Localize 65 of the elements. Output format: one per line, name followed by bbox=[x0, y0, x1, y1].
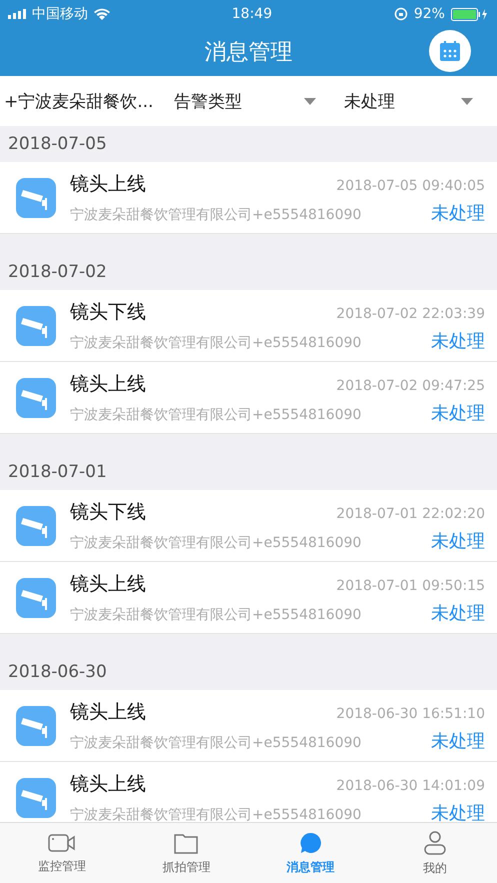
message-title: 镜头上线 bbox=[70, 572, 146, 596]
message-source: 宁波麦朵甜餐饮管理有限公司+e5554816090 bbox=[70, 206, 362, 224]
message-title: 镜头上线 bbox=[70, 172, 146, 196]
security-camera-icon bbox=[14, 704, 58, 748]
battery-percent: 92% bbox=[414, 6, 445, 22]
date-header: 2018-07-02 bbox=[7, 261, 108, 284]
filter-dropdown[interactable]: +宁波麦朵甜餐饮... bbox=[0, 90, 170, 112]
page-title: 消息管理 bbox=[204, 39, 292, 67]
wifi-icon bbox=[94, 8, 110, 20]
message-title: 镜头下线 bbox=[70, 300, 146, 324]
clock-time: 18:49 bbox=[232, 6, 272, 22]
security-camera-icon bbox=[14, 776, 58, 820]
message-title: 镜头下线 bbox=[70, 500, 146, 524]
message-row[interactable]: 镜头上线 2018-06-30 16:51:10 宁波麦朵甜餐饮管理有限公司+e5554816090 未处理 bbox=[0, 690, 497, 762]
rotation-lock-icon bbox=[394, 7, 408, 21]
video-camera-icon bbox=[47, 832, 78, 854]
message-source: 宁波麦朵甜餐饮管理有限公司+e5554816090 bbox=[70, 406, 362, 424]
message-row[interactable]: 镜头上线 2018-07-05 09:40:05 宁波麦朵甜餐饮管理有限公司+e5554816090 未处理 bbox=[0, 162, 497, 234]
message-source: 宁波麦朵甜餐饮管理有限公司+e5554816090 bbox=[70, 334, 362, 352]
status-label: 未处理 bbox=[431, 402, 485, 424]
status-label: 未处理 bbox=[431, 730, 485, 752]
filter-dropdown[interactable]: 告警类型 bbox=[170, 90, 340, 112]
filter-dropdown[interactable]: 未处理 bbox=[340, 90, 497, 112]
user-icon bbox=[422, 830, 447, 856]
message-title: 镜头上线 bbox=[70, 372, 146, 396]
status-label: 未处理 bbox=[431, 202, 485, 224]
security-camera-icon bbox=[14, 576, 58, 620]
security-camera-icon bbox=[14, 176, 58, 220]
battery-charging-icon bbox=[450, 8, 489, 20]
message-time: 2018-07-02 22:03:39 bbox=[336, 306, 485, 322]
message-time: 2018-07-01 22:02:20 bbox=[336, 506, 485, 522]
status-label: 未处理 bbox=[431, 602, 485, 624]
message-row[interactable]: 镜头下线 2018-07-02 22:03:39 宁波麦朵甜餐饮管理有限公司+e5554816090 未处理 bbox=[0, 290, 497, 362]
date-header: 2018-06-30 bbox=[7, 661, 108, 684]
message-icon bbox=[298, 830, 323, 854]
security-camera-icon bbox=[14, 504, 58, 548]
message-time: 2018-06-30 14:01:09 bbox=[336, 778, 485, 794]
status-label: 未处理 bbox=[431, 802, 485, 822]
message-title: 镜头上线 bbox=[70, 700, 146, 724]
message-source: 宁波麦朵甜餐饮管理有限公司+e5554816090 bbox=[70, 534, 362, 552]
message-row[interactable]: 镜头上线 2018-07-01 09:50:15 宁波麦朵甜餐饮管理有限公司+e5554816090 未处理 bbox=[0, 562, 497, 634]
security-camera-icon bbox=[14, 376, 58, 420]
status-label: 未处理 bbox=[431, 530, 485, 552]
tab-bar-item[interactable]: 监控管理 bbox=[0, 823, 124, 883]
message-time: 2018-07-05 09:40:05 bbox=[336, 178, 485, 194]
date-header: 2018-07-05 bbox=[7, 133, 108, 156]
message-source: 宁波麦朵甜餐饮管理有限公司+e5554816090 bbox=[70, 806, 362, 822]
signal-icon bbox=[8, 9, 26, 19]
message-row[interactable]: 镜头上线 2018-07-02 09:47:25 宁波麦朵甜餐饮管理有限公司+e5554816090 未处理 bbox=[0, 362, 497, 434]
message-source: 宁波麦朵甜餐饮管理有限公司+e5554816090 bbox=[70, 734, 362, 752]
message-time: 2018-06-30 16:51:10 bbox=[336, 706, 485, 722]
message-time: 2018-07-01 09:50:15 bbox=[336, 578, 485, 594]
status-label: 未处理 bbox=[431, 330, 485, 352]
message-source: 宁波麦朵甜餐饮管理有限公司+e5554816090 bbox=[70, 606, 362, 624]
tab-bar-item[interactable]: 抓拍管理 bbox=[124, 823, 248, 883]
carrier-name: 中国移动 bbox=[32, 5, 88, 23]
message-time: 2018-07-02 09:47:25 bbox=[336, 378, 485, 394]
calendar-button[interactable] bbox=[429, 30, 471, 72]
message-row[interactable]: 镜头上线 2018-06-30 14:01:09 宁波麦朵甜餐饮管理有限公司+e5554816090 未处理 bbox=[0, 762, 497, 822]
message-row[interactable]: 镜头下线 2018-07-01 22:02:20 宁波麦朵甜餐饮管理有限公司+e5554816090 未处理 bbox=[0, 490, 497, 562]
tab-bar-item[interactable]: 我的 bbox=[372, 823, 497, 883]
date-header: 2018-07-01 bbox=[7, 461, 108, 484]
message-title: 镜头上线 bbox=[70, 772, 146, 796]
calendar-icon bbox=[438, 39, 462, 63]
security-camera-icon bbox=[14, 304, 58, 348]
